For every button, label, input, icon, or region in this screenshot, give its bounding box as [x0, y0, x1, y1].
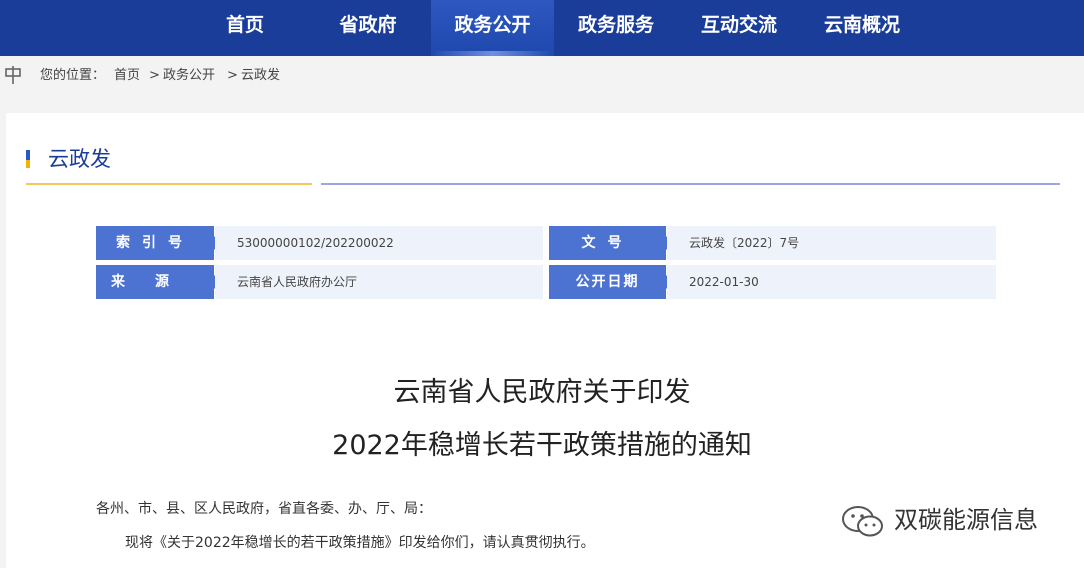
nav-item-government-affairs-open[interactable]: 政务公开 [431, 0, 554, 56]
document-title-line2: 2022年稳增长若干政策措施的通知 [332, 430, 752, 461]
meta-source-label: 来源 [96, 265, 221, 299]
breadcrumb-prefix: 您的位置： [40, 68, 106, 83]
document-paragraph: 现将《关于2022年稳增长的若干政策措施》印发给你们，请认真贯彻执行。 [125, 535, 595, 551]
meta-index-label: 索引号 [96, 226, 221, 260]
breadcrumb-government-affairs-open[interactable]: 政务公开 [163, 68, 215, 84]
nav-item-government-services[interactable]: 政务服务 [566, 0, 666, 56]
section-title: 云政发 [48, 147, 111, 171]
breadcrumb-separator: > [149, 68, 160, 83]
meta-date-value: 2022-01-30 [667, 265, 996, 299]
breadcrumb-home[interactable]: 首页 [114, 68, 140, 84]
watermark-text: 双碳能源信息 [894, 506, 1038, 534]
wechat-icon [842, 506, 883, 537]
breadcrumb-separator: > [227, 68, 238, 83]
meta-source-value: 云南省人民政府办公厅 [215, 265, 543, 299]
document-salutation: 各州、市、县、区人民政府，省直各委、办、厅、局： [96, 501, 432, 517]
meta-date-label: 公开日期 [549, 265, 673, 299]
nav-item-provincial-government[interactable]: 省政府 [326, 0, 410, 56]
section-rule-blue [321, 183, 1060, 185]
location-icon [5, 66, 21, 84]
section-marker [26, 150, 30, 168]
top-nav: 首页 省政府 政务公开 政务服务 互动交流 云南概况 [0, 0, 1084, 56]
nav-item-interaction[interactable]: 互动交流 [689, 0, 789, 56]
meta-index-value: 53000000102/202200022 [215, 226, 543, 260]
breadcrumb-current[interactable]: 云政发 [241, 68, 280, 84]
nav-item-home[interactable]: 首页 [212, 0, 278, 56]
nav-item-yunnan-overview[interactable]: 云南概况 [812, 0, 912, 56]
meta-docno-label: 文号 [549, 226, 673, 260]
section-rule-gold [26, 183, 312, 185]
document-title-line1: 云南省人民政府关于印发 [393, 377, 691, 408]
meta-docno-value: 云政发〔2022〕7号 [667, 226, 996, 260]
